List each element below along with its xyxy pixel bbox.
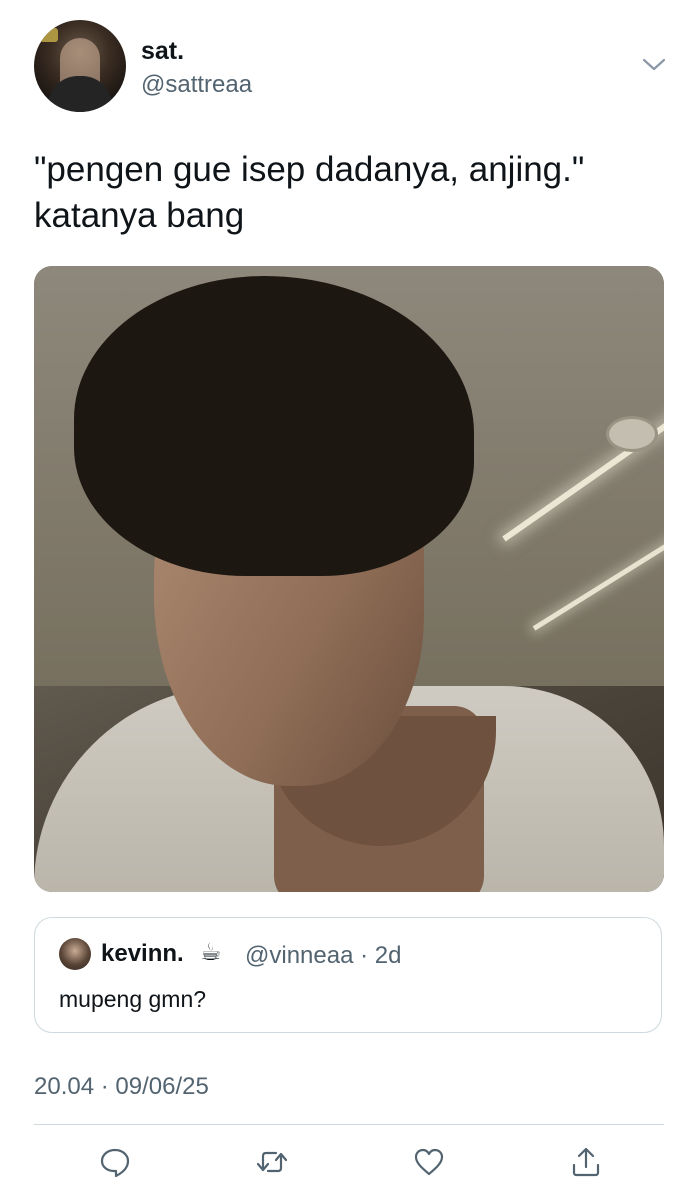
- retweet-button[interactable]: [255, 1145, 289, 1179]
- quoted-tweet-card[interactable]: kevinn. ☕ @vinneaa · 2d mupeng gmn?: [34, 917, 662, 1033]
- quoted-tweet-text: mupeng gmn?: [59, 986, 207, 1012]
- reply-button[interactable]: [98, 1145, 132, 1179]
- like-button[interactable]: [412, 1145, 446, 1179]
- photo-ceiling-spotlight: [606, 416, 658, 452]
- quoted-author-name: kevinn.: [101, 940, 184, 967]
- author-avatar[interactable]: [34, 20, 126, 112]
- share-button[interactable]: [569, 1145, 603, 1179]
- tweet-text-line: katanya bang: [34, 196, 245, 235]
- quoted-author-handle-time: @vinneaa · 2d: [245, 942, 402, 969]
- author-handle[interactable]: @sattreaa: [141, 71, 252, 99]
- retweet-icon: [256, 1151, 288, 1173]
- avatar-accent: [40, 28, 58, 42]
- divider: [34, 1124, 664, 1125]
- chevron-down-icon[interactable]: [641, 56, 667, 74]
- reply-icon: [100, 1148, 130, 1178]
- tweet-timestamp[interactable]: 20.04 · 09/06/25: [34, 1073, 209, 1101]
- share-icon: [572, 1147, 600, 1177]
- coffee-emoji: ☕: [200, 939, 222, 966]
- tweet-text-line: "pengen gue isep dadanya, anjing.": [34, 150, 585, 189]
- tweet-text: "pengen gue isep dadanya, anjing." katan…: [34, 147, 664, 239]
- quoted-author-avatar: [59, 938, 91, 970]
- like-icon: [414, 1148, 444, 1176]
- author-display-name[interactable]: sat.: [141, 37, 184, 66]
- avatar-shirt: [48, 76, 112, 112]
- tweet-photo[interactable]: [34, 266, 664, 892]
